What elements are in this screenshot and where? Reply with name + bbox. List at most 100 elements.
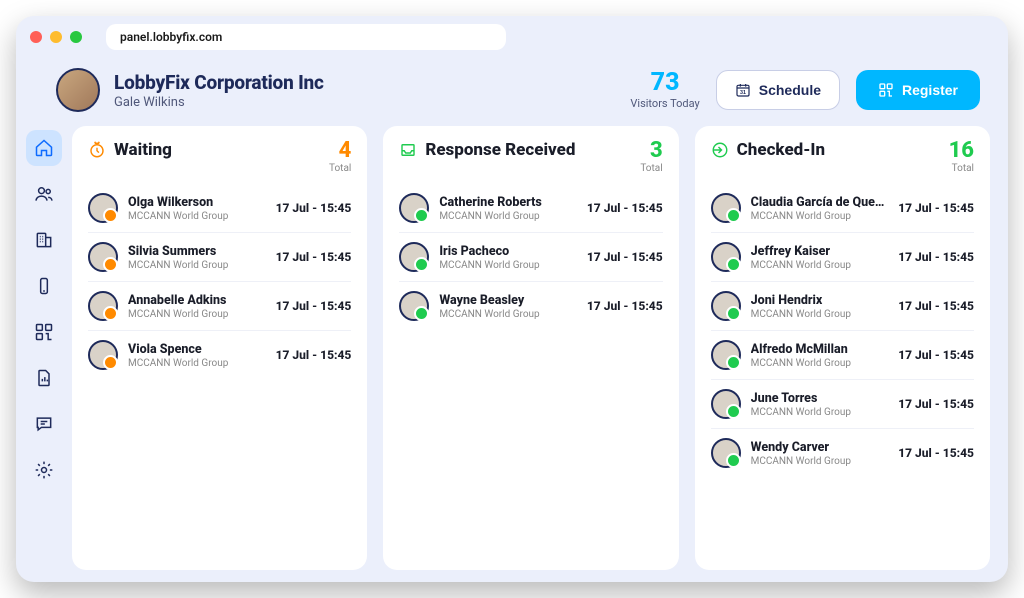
visitor-time: 17 Jul - 15:45 <box>276 250 352 264</box>
visitor-row[interactable]: Jeffrey KaiserMCCANN World Group17 Jul -… <box>711 232 974 281</box>
visitor-avatar <box>711 242 741 272</box>
visitor-company: MCCANN World Group <box>751 358 889 369</box>
column-title: Response Received <box>425 140 575 160</box>
visitor-avatar <box>711 340 741 370</box>
column-total-label: Total <box>949 163 974 174</box>
url-bar[interactable]: panel.lobbyfix.com <box>106 24 506 50</box>
nav-reports[interactable] <box>26 360 62 396</box>
visitor-time: 17 Jul - 15:45 <box>587 299 663 313</box>
register-label: Register <box>902 82 958 98</box>
nav-device[interactable] <box>26 268 62 304</box>
visitor-row[interactable]: Olga WilkersonMCCANN World Group17 Jul -… <box>88 184 351 232</box>
visitor-name: Catherine Roberts <box>439 195 577 210</box>
close-window-button[interactable] <box>30 31 42 43</box>
visitor-company: MCCANN World Group <box>128 309 266 320</box>
nav-settings[interactable] <box>26 452 62 488</box>
device-icon <box>34 276 54 296</box>
visitors-label: Visitors Today <box>630 97 699 110</box>
column-title-wrap: Checked-In <box>711 140 825 160</box>
visitor-time: 17 Jul - 15:45 <box>587 250 663 264</box>
visitor-name: Olga Wilkerson <box>128 195 266 210</box>
nav-people[interactable] <box>26 176 62 212</box>
visitor-avatar <box>711 438 741 468</box>
visitor-company: MCCANN World Group <box>128 260 266 271</box>
qr-icon <box>878 82 894 98</box>
visitor-time: 17 Jul - 15:45 <box>898 299 974 313</box>
visitor-row[interactable]: Annabelle AdkinsMCCANN World Group 17 Jul… <box>88 281 351 330</box>
register-button[interactable]: Register <box>856 70 980 110</box>
visitor-name: Iris Pacheco <box>439 244 577 259</box>
visitor-info: Alfredo McMillanMCCANN World Group <box>751 342 889 369</box>
nav-qr[interactable] <box>26 314 62 350</box>
visitor-name: Claudia García de Quevedo <box>751 195 889 210</box>
visitor-time: 17 Jul - 15:45 <box>898 201 974 215</box>
nav-chat[interactable] <box>26 406 62 442</box>
column-waiting: Waiting4TotalOlga WilkersonMCCANN World … <box>72 126 367 570</box>
visitors-count: 73 <box>630 70 699 95</box>
visitors-today: 73 Visitors Today <box>630 70 699 110</box>
visitor-info: Olga WilkersonMCCANN World Group <box>128 195 266 222</box>
visitor-row[interactable]: June TorresMCCANN World Group17 Jul - 15… <box>711 379 974 428</box>
visitor-list: Claudia García de Quevedo MCCANN World Gr… <box>711 184 974 477</box>
enter-icon <box>711 141 729 159</box>
column-count-wrap: 4Total <box>329 140 351 174</box>
visitor-avatar <box>711 193 741 223</box>
nav-home[interactable] <box>26 130 62 166</box>
visitor-name: Jeffrey Kaiser <box>751 244 889 259</box>
visitor-company: MCCANN World Group <box>751 456 889 467</box>
visitor-row[interactable]: Catherine RobertsMCCANN World Group17 Ju… <box>399 184 662 232</box>
visitor-row[interactable]: Wayne BeasleyMCCANN World Group 17 Jul - … <box>399 281 662 330</box>
column-total-label: Total <box>640 163 662 174</box>
visitor-row[interactable]: Viola SpenceMCCANN World Group17 Jul - 1… <box>88 330 351 379</box>
column-count-wrap: 3Total <box>640 140 662 174</box>
visitor-row[interactable]: Silvia SummersMCCANN World Group 17 Jul -… <box>88 232 351 281</box>
visitor-info: Annabelle AdkinsMCCANN World Group <box>128 293 266 320</box>
chat-icon <box>34 414 54 434</box>
visitor-company: MCCANN World Group <box>751 407 889 418</box>
column-count: 4 <box>329 140 351 162</box>
visitor-info: June TorresMCCANN World Group <box>751 391 889 418</box>
visitor-name: June Torres <box>751 391 889 406</box>
schedule-button[interactable]: 31 Schedule <box>716 70 840 110</box>
visitor-time: 17 Jul - 15:45 <box>898 348 974 362</box>
org-info: LobbyFix Corporation Inc Gale Wilkins <box>114 71 324 110</box>
visitor-name: Annabelle Adkins <box>128 293 266 308</box>
visitor-company: MCCANN World Group <box>128 358 266 369</box>
visitor-avatar <box>399 291 429 321</box>
visitor-row[interactable]: Claudia García de QuevedoMCCANN World Gr… <box>711 184 974 232</box>
visitor-time: 17 Jul - 15:45 <box>276 299 352 313</box>
minimize-window-button[interactable] <box>50 31 62 43</box>
visitor-info: Wayne BeasleyMCCANN World Group <box>439 293 577 320</box>
visitor-list: Olga WilkersonMCCANN World Group17 Jul -… <box>88 184 351 379</box>
visitor-avatar <box>88 242 118 272</box>
sidebar <box>16 126 72 570</box>
visitor-company: MCCANN World Group <box>439 309 577 320</box>
visitor-row[interactable]: Iris PachecoMCCANN World Group 17 Jul - 1… <box>399 232 662 281</box>
app-window: panel.lobbyfix.com LobbyFix Corporation … <box>16 16 1008 582</box>
maximize-window-button[interactable] <box>70 31 82 43</box>
visitor-time: 17 Jul - 15:45 <box>898 446 974 460</box>
column-title-wrap: Response Received <box>399 140 575 160</box>
gear-icon <box>34 460 54 480</box>
visitor-info: Iris PachecoMCCANN World Group <box>439 244 577 271</box>
visitor-company: MCCANN World Group <box>439 260 577 271</box>
visitor-info: Silvia SummersMCCANN World Group <box>128 244 266 271</box>
org-avatar[interactable] <box>56 68 100 112</box>
visitor-row[interactable]: Alfredo McMillanMCCANN World Group 17 Jul… <box>711 330 974 379</box>
column-response: Response Received 3Total Catherine Roberts… <box>383 126 678 570</box>
visitor-avatar <box>88 193 118 223</box>
svg-text:31: 31 <box>740 90 746 96</box>
visitor-row[interactable]: Joni HendrixMCCANN World Group17 Jul - 1… <box>711 281 974 330</box>
visitor-row[interactable]: Wendy CarverMCCANN World Group 17 Jul - 1… <box>711 428 974 477</box>
visitor-name: Joni Hendrix <box>751 293 889 308</box>
building-icon <box>34 230 54 250</box>
schedule-label: Schedule <box>759 82 821 98</box>
column-count: 16 <box>949 140 974 162</box>
visitor-info: Wendy CarverMCCANN World Group <box>751 440 889 467</box>
columns: Waiting4TotalOlga WilkersonMCCANN World … <box>72 126 990 570</box>
column-header: Checked-In 16Total <box>711 140 974 174</box>
visitor-name: Wendy Carver <box>751 440 889 455</box>
nav-building[interactable] <box>26 222 62 258</box>
visitor-company: MCCANN World Group <box>751 260 889 271</box>
visitor-avatar <box>399 242 429 272</box>
